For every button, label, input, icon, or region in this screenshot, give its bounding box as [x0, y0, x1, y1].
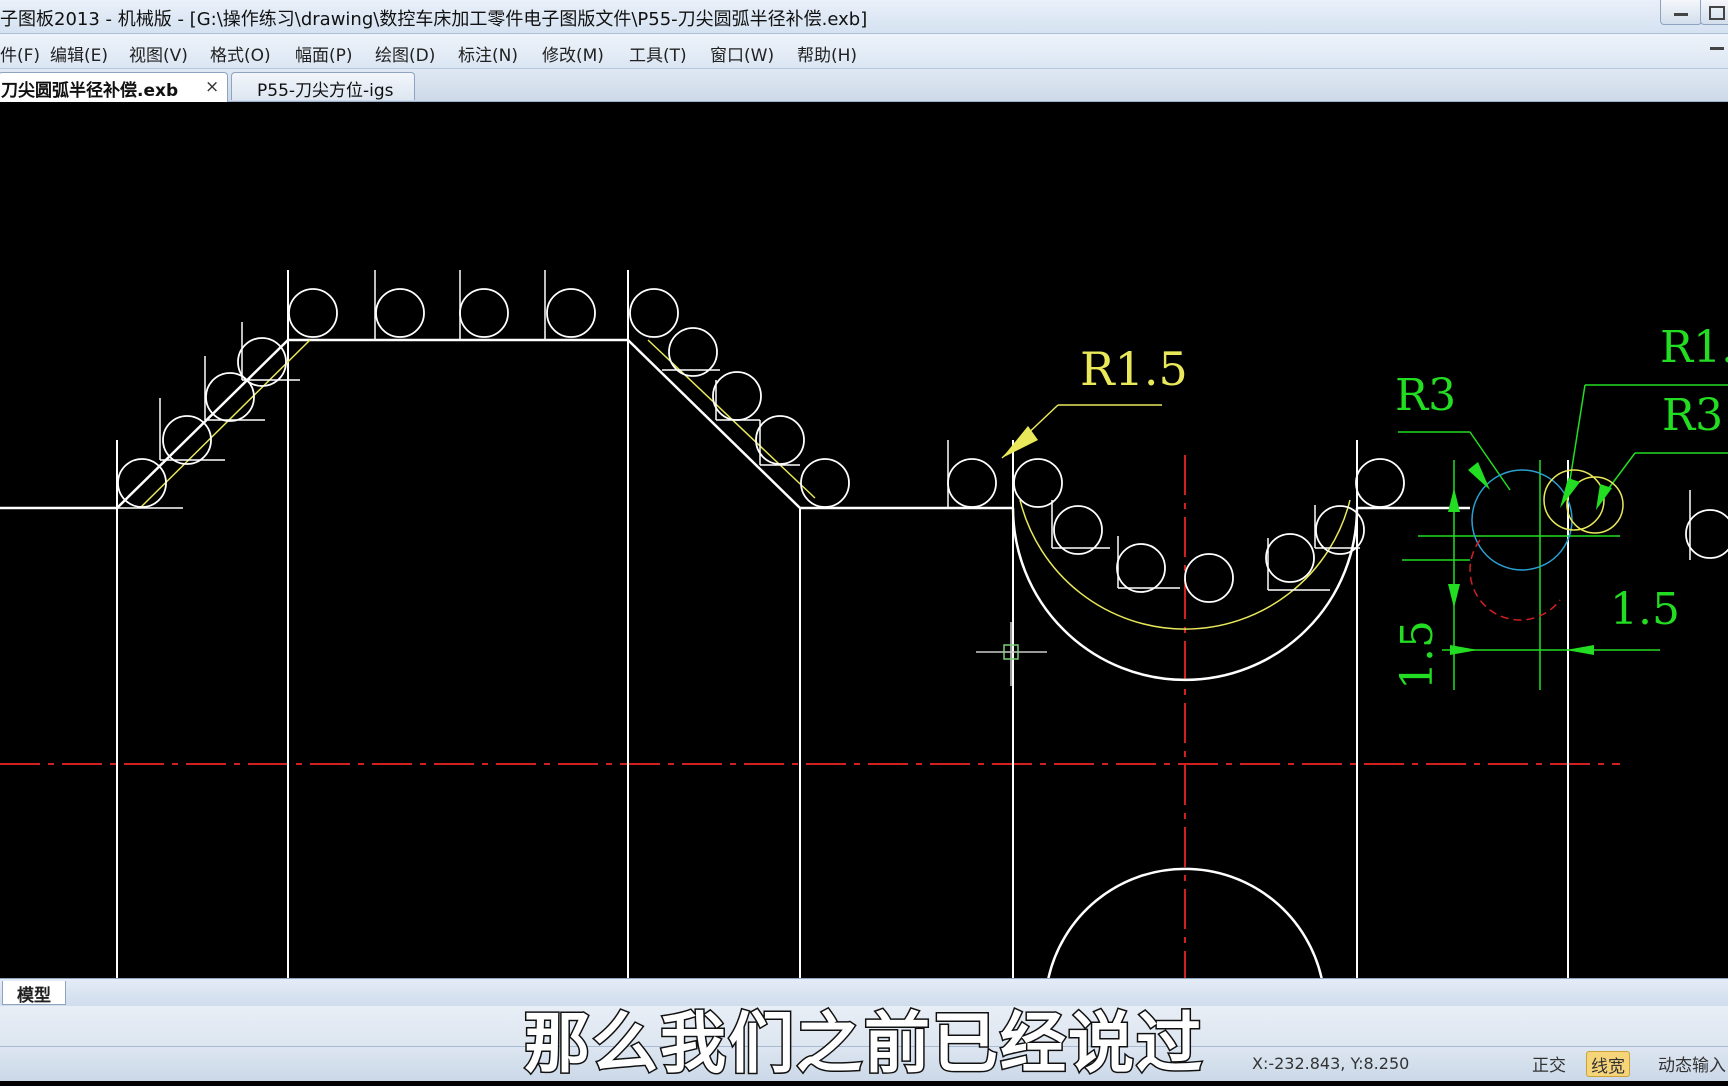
dim-arrows: [1448, 462, 1612, 655]
menu-window[interactable]: 窗口(W): [710, 41, 774, 66]
menu-dimension[interactable]: 标注(N): [458, 41, 518, 66]
dim-label-r3: R3: [1395, 370, 1456, 421]
title-bar: 子图板2013 - 机械版 - [G:\操作练习\drawing\数控车床加工零…: [0, 0, 1728, 34]
menu-format[interactable]: 格式(O): [210, 41, 271, 66]
linewidth-toggle[interactable]: 线宽: [1586, 1051, 1630, 1077]
menu-draw[interactable]: 绘图(D): [375, 41, 435, 66]
drawing-canvas[interactable]: R1.5 R3 R1 R3 1.5 1.5: [0, 102, 1728, 978]
dim-r15-left: R1.5: [1001, 342, 1188, 459]
layout-tab-bar: 模型: [0, 978, 1728, 1007]
tab-second-document[interactable]: P55-刀尖方位-igs: [231, 72, 415, 101]
tab-second-label: P55-刀尖方位-igs: [257, 81, 394, 101]
minimize-button[interactable]: [1660, 0, 1702, 25]
tab-current-label: 刀尖圆弧半径补偿.exb: [1, 81, 179, 101]
menu-file[interactable]: 件(F): [0, 41, 40, 66]
menu-view[interactable]: 视图(V): [129, 41, 188, 66]
maximize-button[interactable]: [1700, 0, 1728, 25]
document-tab-bar: 刀尖圆弧半径补偿.exb × P55-刀尖方位-igs: [0, 69, 1728, 102]
status-bar: X:-232.843, Y:8.250 正交 线宽 动态输入: [0, 1046, 1728, 1081]
tab-model[interactable]: 模型: [2, 981, 66, 1006]
minimize-icon: [1674, 13, 1688, 16]
menu-edit[interactable]: 编辑(E): [50, 41, 108, 66]
ortho-toggle[interactable]: 正交: [1528, 1051, 1570, 1076]
maximize-icon: [1709, 6, 1725, 20]
menu-modify[interactable]: 修改(M): [542, 41, 604, 66]
menu-tools[interactable]: 工具(T): [629, 41, 687, 66]
dynamic-input-toggle[interactable]: 动态输入: [1654, 1051, 1728, 1076]
cad-drawing: R1.5 R3 R1 R3 1.5 1.5: [0, 270, 1728, 978]
tab-close-icon[interactable]: ×: [205, 77, 219, 97]
window-title: 子图板2013 - 机械版 - [G:\操作练习\drawing\数控车床加工零…: [0, 9, 868, 30]
dim-label-15-horizontal: 1.5: [1610, 584, 1680, 635]
dim-label: R1.5: [1080, 342, 1188, 396]
dim-label-15-vertical: 1.5: [1392, 620, 1443, 690]
document-minimize-icon[interactable]: [1710, 47, 1724, 50]
dim-label-r15-right: R1.5: [1660, 322, 1728, 373]
part-profile: [0, 338, 1013, 510]
dim-label-r3-right: R3: [1662, 390, 1723, 441]
menu-sheet[interactable]: 幅面(P): [295, 41, 353, 66]
tab-current-document[interactable]: 刀尖圆弧半径补偿.exb ×: [0, 72, 228, 102]
cursor-crosshair: [976, 622, 1047, 686]
cursor-coordinates: X:-232.843, Y:8.250: [1252, 1054, 1410, 1073]
menu-bar: 件(F) 编辑(E) 视图(V) 格式(O) 幅面(P) 绘图(D) 标注(N)…: [0, 34, 1728, 69]
menu-help[interactable]: 帮助(H): [797, 41, 857, 66]
